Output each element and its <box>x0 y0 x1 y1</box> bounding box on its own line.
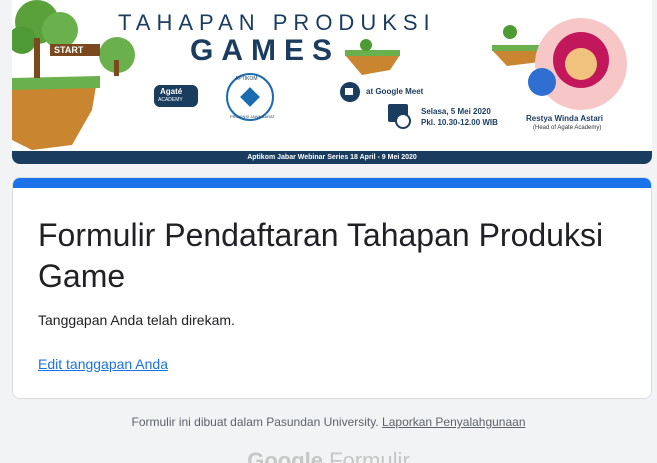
card-accent-bar <box>13 178 651 188</box>
speaker-role: (Head of Agate Academy) <box>533 125 602 131</box>
google-forms-logo[interactable]: Google Formulir <box>0 448 657 463</box>
event-date-line1: Selasa, 5 Mei 2020 <box>421 107 491 116</box>
aptikom-logo-sub: PROVINSI JAWA BARAT <box>230 114 275 119</box>
created-text: Formulir ini dibuat dalam Pasundan Unive… <box>131 415 379 429</box>
forms-wordmark: Formulir <box>329 448 410 463</box>
report-abuse-link[interactable]: Laporkan Penyalahgunaan <box>382 415 525 429</box>
speaker-name: Restya Winda Astari <box>526 114 603 123</box>
banner-title: TAHAPAN PRODUKSI <box>118 10 436 35</box>
aptikom-logo: APTIKOM <box>235 76 258 82</box>
start-sign: START <box>54 45 84 55</box>
footer-text: Formulir ini dibuat dalam Pasundan Unive… <box>0 415 657 429</box>
agate-logo: Agaté <box>160 87 183 96</box>
edit-response-link[interactable]: Edit tanggapan Anda <box>38 356 168 372</box>
banner-subtitle: GAMES <box>190 34 341 67</box>
google-wordmark: Google <box>247 448 323 463</box>
form-card: Formulir Pendaftaran Tahapan Produksi Ga… <box>12 177 652 399</box>
agate-logo-sub: ACADEMY <box>158 97 183 103</box>
event-date: Selasa, 5 Mei 2020 Pkl. 10.30-12.00 WIB <box>421 106 498 128</box>
meet-text: at Google Meet <box>366 87 424 96</box>
header-banner: TAHAPAN PRODUKSI GAMES START Agaté ACADE… <box>12 0 652 164</box>
event-date-line2: Pkl. 10.30-12.00 WIB <box>421 118 498 127</box>
response-message: Tanggapan Anda telah direkam. <box>38 312 235 328</box>
form-title: Formulir Pendaftaran Tahapan Produksi Ga… <box>38 217 604 294</box>
banner-footer: Aptikom Jabar Webinar Series 18 April - … <box>12 151 652 164</box>
